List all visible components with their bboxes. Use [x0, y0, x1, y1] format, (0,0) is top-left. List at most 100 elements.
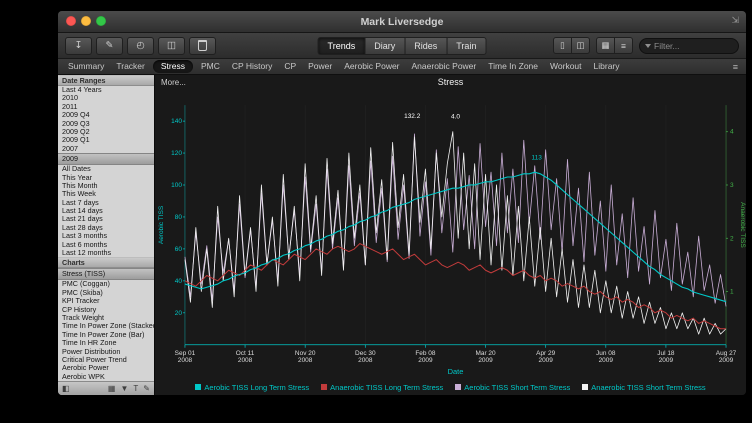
view-tab-trends[interactable]: Trends — [318, 37, 366, 55]
sidebar-item-last-14-days[interactable]: Last 14 days — [58, 207, 154, 215]
zoom-button[interactable] — [96, 16, 106, 26]
sidebar-item-2011[interactable]: 2011 — [58, 103, 154, 111]
sidebar-item-pmc-skiba[interactable]: PMC (Skiba) — [58, 289, 154, 297]
sidebar-item-last-21-days[interactable]: Last 21 days — [58, 215, 154, 223]
tab-anaerobic-power[interactable]: Anaerobic Power — [406, 59, 483, 74]
fullscreen-icon[interactable]: ⇲ — [731, 15, 739, 26]
tab-library[interactable]: Library — [588, 59, 626, 74]
sidebar-item-time-in-power-zone-bar[interactable]: Time In Power Zone (Bar) — [58, 331, 154, 339]
view-switcher: TrendsDiaryRidesTrain — [318, 37, 487, 55]
section-header-charts[interactable]: Charts — [58, 257, 154, 268]
grid-view-icon[interactable]: ▦ — [108, 384, 116, 393]
close-button[interactable] — [66, 16, 76, 26]
tab-stress[interactable]: Stress — [153, 60, 193, 73]
annotation-113: 113 — [531, 154, 542, 161]
sidebar-item-this-month[interactable]: This Month — [58, 182, 154, 190]
svg-text:3: 3 — [730, 182, 734, 189]
list-view-icon[interactable]: ≡ — [615, 37, 633, 54]
sidebar-item-track-weight[interactable]: Track Weight — [58, 314, 154, 322]
tile-view-icon[interactable]: ▦ — [596, 37, 615, 54]
sidebar-item-critical-power-trend[interactable]: Critical Power Trend — [58, 356, 154, 364]
sidebar-item-time-in-hr-zone[interactable]: Time In HR Zone — [58, 339, 154, 347]
tab-cp[interactable]: CP — [278, 59, 302, 74]
tab-summary[interactable]: Summary — [62, 59, 110, 74]
sidebar-item-2007[interactable]: 2007 — [58, 145, 154, 153]
sidebar-item-all-dates[interactable]: All Dates — [58, 165, 154, 173]
interval-timer-icon[interactable]: ◴ — [127, 37, 154, 55]
titlebar: Mark Liversedge ⇲ — [58, 11, 746, 33]
svg-text:Date: Date — [448, 367, 464, 376]
tab-workout[interactable]: Workout — [544, 59, 588, 74]
sidebar-footer: ◧ ▦ ▼ T ✎ — [58, 381, 154, 395]
more-link[interactable]: More... — [161, 78, 186, 87]
trash-icon[interactable] — [189, 37, 216, 55]
window-title: Mark Liversedge — [361, 16, 444, 28]
sidebar-item-aerobic-wpk[interactable]: Aerobic WPK — [58, 373, 154, 381]
chart-header: More... Stress — [155, 75, 746, 89]
view-tab-rides[interactable]: Rides — [405, 37, 447, 55]
split-pane-icon[interactable]: ◫ — [572, 37, 590, 54]
sidebar-item-last-12-months[interactable]: Last 12 months — [58, 249, 154, 257]
tab-pmc[interactable]: PMC — [195, 59, 226, 74]
sidebar-item-pmc-coggan[interactable]: PMC (Coggan) — [58, 280, 154, 288]
compose-icon[interactable]: ✎ — [96, 37, 123, 55]
sidebar-item-power-distribution[interactable]: Power Distribution — [58, 348, 154, 356]
chart-area: More... Stress Sep 012008Oct 112008Nov 2… — [155, 75, 746, 395]
sidebar-item-this-year[interactable]: This Year — [58, 174, 154, 182]
sidebar-item-2009-q1[interactable]: 2009 Q1 — [58, 136, 154, 144]
legend-item-anaerobic-tiss-long-term-stress: Anaerobic TISS Long Term Stress — [321, 383, 443, 392]
svg-text:4: 4 — [730, 129, 734, 136]
section-header-date-ranges[interactable]: Date Ranges — [58, 75, 154, 86]
tabbar-menu-icon[interactable]: ≡ — [729, 62, 742, 72]
tab-tracker[interactable]: Tracker — [110, 59, 151, 74]
sidebar-item-this-week[interactable]: This Week — [58, 190, 154, 198]
filter-funnel-icon[interactable]: ▼ — [120, 384, 128, 393]
sidebar-item-2010[interactable]: 2010 — [58, 94, 154, 102]
sidebar-item-last-7-days[interactable]: Last 7 days — [58, 199, 154, 207]
view-tab-diary[interactable]: Diary — [365, 37, 405, 55]
svg-text:1: 1 — [730, 289, 734, 296]
sidebar-item-last-3-months[interactable]: Last 3 months — [58, 232, 154, 240]
chart-title: Stress — [155, 77, 746, 87]
sidebar-item-aerobic-power[interactable]: Aerobic Power — [58, 364, 154, 372]
toolbar-right: ▯◫ ▦≡ — [553, 37, 739, 54]
sidebar-item-kpi-tracker[interactable]: KPI Tracker — [58, 297, 154, 305]
svg-text:100: 100 — [171, 182, 182, 189]
view-tab-train[interactable]: Train — [447, 37, 486, 55]
sidebar-item-last-4-years[interactable]: Last 4 Years — [58, 86, 154, 94]
filter-input[interactable] — [654, 41, 733, 51]
sidebar-item-stress-tiss[interactable]: Stress (TISS) — [58, 268, 154, 280]
sidebar-item-cp-history[interactable]: CP History — [58, 306, 154, 314]
filter-field[interactable] — [639, 38, 739, 54]
sidebar-item-2009-q3[interactable]: 2009 Q3 — [58, 120, 154, 128]
svg-text:Jul 182009: Jul 182009 — [657, 350, 675, 364]
sidebar-item-last-28-days[interactable]: Last 28 days — [58, 224, 154, 232]
sidebar-item-2009-q4[interactable]: 2009 Q4 — [58, 111, 154, 119]
sidebar-item-2009-q2[interactable]: 2009 Q2 — [58, 128, 154, 136]
svg-text:60: 60 — [175, 246, 183, 253]
trash-can-shape — [198, 40, 207, 51]
tab-time-in-zone[interactable]: Time In Zone — [482, 59, 544, 74]
single-pane-icon[interactable]: ▯ — [553, 37, 572, 54]
tab-cp-history[interactable]: CP History — [226, 59, 278, 74]
tab-aerobic-power[interactable]: Aerobic Power — [338, 59, 405, 74]
legend-swatch — [195, 384, 201, 390]
minimize-button[interactable] — [81, 16, 91, 26]
svg-text:20: 20 — [175, 310, 183, 317]
sidebar-item-2009[interactable]: 2009 — [58, 153, 154, 165]
svg-text:Apr 292009: Apr 292009 — [536, 350, 555, 364]
sidebar-item-last-6-months[interactable]: Last 6 months — [58, 241, 154, 249]
svg-text:Feb 082009: Feb 082009 — [415, 350, 436, 364]
sidebar-toggle-icon[interactable]: ◫ — [158, 37, 185, 55]
stress-chart[interactable]: Sep 012008Oct 112008Nov 202008Dec 302008… — [155, 89, 746, 379]
sidebar-panels-icon[interactable]: ◧ — [62, 384, 70, 393]
edit-pencil-icon[interactable]: ✎ — [143, 384, 150, 393]
sidebar-item-time-in-power-zone-stacked[interactable]: Time In Power Zone (Stacked) — [58, 322, 154, 330]
svg-text:40: 40 — [175, 278, 183, 285]
tab-power[interactable]: Power — [302, 59, 338, 74]
toolbar-buttons: ↧✎◴◫ — [65, 37, 216, 55]
legend-item-aerobic-tiss-long-term-stress: Aerobic TISS Long Term Stress — [195, 383, 309, 392]
text-tool-icon[interactable]: T — [133, 384, 138, 393]
svg-text:Aerobic TISS: Aerobic TISS — [158, 205, 165, 244]
import-icon[interactable]: ↧ — [65, 37, 92, 55]
